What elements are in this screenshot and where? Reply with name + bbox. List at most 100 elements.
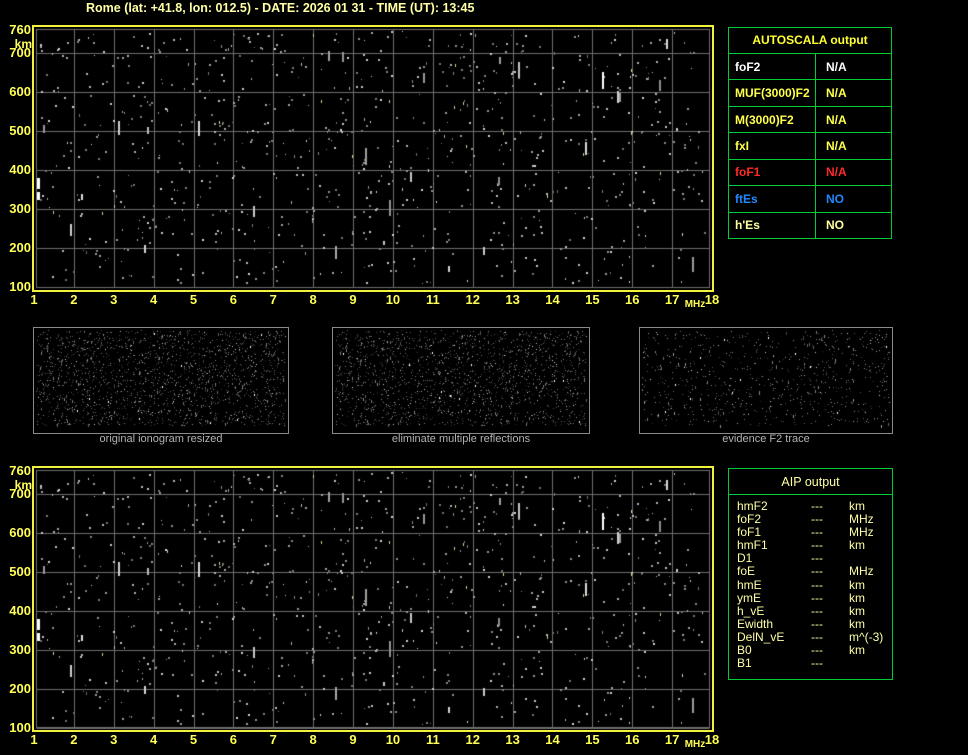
param-value: --- bbox=[811, 656, 823, 671]
x-tick-label: 12 bbox=[465, 732, 480, 747]
param-value: N/A bbox=[815, 106, 891, 133]
param-value: N/A bbox=[815, 133, 891, 159]
x-tick-label: 15 bbox=[585, 292, 600, 307]
x-tick-label: 3 bbox=[110, 732, 118, 747]
x-tick-label: 15 bbox=[585, 732, 600, 747]
param-value: --- bbox=[811, 590, 823, 605]
x-tick-label: 2 bbox=[70, 732, 78, 747]
table-row-ftes: ftEs NO bbox=[729, 185, 891, 212]
x-tick-label: 13 bbox=[505, 732, 520, 747]
y-tick-label: 200 bbox=[9, 681, 31, 697]
table-row-fof2: foF2 N/A bbox=[729, 53, 891, 80]
param-label: foF1 bbox=[735, 165, 761, 180]
y-tick-label: 760 bbox=[9, 22, 31, 37]
x-tick-label: 12 bbox=[465, 292, 480, 307]
x-tick-label: 8 bbox=[309, 732, 317, 747]
y-tick-label: 200 bbox=[9, 240, 31, 256]
x-axis-unit-label: MHz bbox=[684, 299, 706, 310]
autoscala-app-window: Rome (lat: +41.8, lon: 012.5) - DATE: 20… bbox=[0, 0, 968, 755]
param-unit: km bbox=[849, 538, 865, 553]
y-axis-unit-label: km bbox=[14, 37, 32, 51]
y-tick-label: 600 bbox=[9, 84, 31, 100]
top-ionogram-canvas bbox=[34, 27, 712, 290]
table-row-yme: ymE --- km bbox=[737, 590, 892, 605]
param-unit bbox=[849, 657, 892, 670]
x-tick-label: 10 bbox=[385, 292, 401, 307]
y-tick-label: 300 bbox=[9, 201, 31, 217]
evidence-f2-trace-canvas bbox=[640, 328, 892, 428]
x-tick-label: 14 bbox=[545, 732, 560, 747]
param-label: ftEs bbox=[735, 191, 758, 206]
param-unit: km bbox=[849, 616, 865, 631]
x-tick-label: 7 bbox=[269, 292, 277, 307]
x-tick-label: 11 bbox=[425, 732, 440, 747]
x-tick-label: 16 bbox=[625, 732, 640, 747]
param-unit: MHz bbox=[849, 564, 874, 579]
param-unit: km bbox=[849, 643, 865, 658]
original-ionogram-panel bbox=[33, 327, 289, 434]
param-unit: km bbox=[849, 577, 865, 592]
x-tick-label: 2 bbox=[70, 292, 78, 307]
x-tick-label: 3 bbox=[110, 292, 118, 307]
x-tick-label: 10 bbox=[385, 732, 401, 747]
x-tick-label: 9 bbox=[349, 292, 357, 307]
table-row-foe: foE --- MHz bbox=[737, 565, 892, 578]
x-tick-label: 14 bbox=[545, 292, 560, 307]
bottom-ionogram-canvas bbox=[34, 468, 712, 730]
param-value: N/A bbox=[815, 54, 891, 80]
table-row-m3000f2: M(3000)F2 N/A bbox=[729, 105, 891, 133]
x-tick-label: 13 bbox=[505, 292, 520, 307]
x-tick-label: 7 bbox=[269, 732, 277, 747]
param-value: --- bbox=[811, 564, 823, 579]
y-tick-label: 400 bbox=[9, 162, 31, 178]
table-row-muf3000f2: MUF(3000)F2 N/A bbox=[729, 79, 891, 106]
aip-output-table: AIP output hmF2 --- km foF2 --- MHz foF1 --- M… bbox=[728, 468, 893, 680]
param-label: foE bbox=[737, 564, 756, 579]
evidence-f2-trace-panel bbox=[639, 327, 893, 434]
param-value: --- bbox=[811, 577, 823, 592]
x-tick-label: 16 bbox=[625, 292, 640, 307]
x-tick-label: 5 bbox=[189, 732, 198, 747]
x-tick-label: 9 bbox=[349, 732, 357, 747]
param-value: NO bbox=[815, 212, 891, 238]
y-tick-label: 500 bbox=[9, 123, 31, 139]
x-tick-label: 6 bbox=[229, 292, 238, 307]
table-row-hes: h'Es NO bbox=[729, 211, 891, 238]
page-title: Rome (lat: +41.8, lon: 012.5) - DATE: 20… bbox=[86, 1, 475, 15]
original-ionogram-canvas bbox=[34, 328, 288, 428]
param-label: MUF(3000)F2 bbox=[735, 86, 810, 101]
table-row-b1: B1 --- bbox=[737, 657, 892, 670]
y-axis-unit-label: km bbox=[14, 478, 32, 492]
param-value: --- bbox=[811, 616, 823, 631]
bottom-ionogram-plot bbox=[32, 466, 714, 732]
x-tick-label: 1 bbox=[30, 292, 38, 307]
x-tick-label: 5 bbox=[189, 292, 198, 307]
param-label: h'Es bbox=[735, 218, 760, 233]
aip-table-body: hmF2 --- km foF2 --- MHz foF1 --- MHz hmF1 --- k… bbox=[729, 495, 892, 670]
table-row-hve: h_vE --- km bbox=[737, 603, 892, 618]
x-tick-label: 1 bbox=[30, 732, 38, 747]
param-label: hmE bbox=[737, 577, 762, 592]
eliminate-reflections-panel bbox=[332, 327, 590, 434]
param-label: Ewidth bbox=[737, 616, 774, 631]
y-tick-label: 500 bbox=[9, 564, 31, 580]
param-value: N/A bbox=[815, 159, 891, 186]
x-axis-unit-label: MHz bbox=[684, 739, 706, 750]
aip-table-title: AIP output bbox=[729, 469, 892, 495]
param-value: NO bbox=[815, 186, 891, 212]
top-ionogram-plot bbox=[32, 25, 714, 292]
autoscala-table-title: AUTOSCALA output bbox=[752, 33, 868, 47]
table-row-fof1: foF1 N/A bbox=[729, 158, 891, 186]
param-value: N/A bbox=[815, 80, 891, 106]
table-row-fxi: fxI N/A bbox=[729, 132, 891, 159]
y-tick-label: 300 bbox=[9, 642, 31, 658]
x-tick-label: 8 bbox=[309, 292, 317, 307]
autoscala-output-table: AUTOSCALA output foF2 N/A MUF(3000)F2 N/… bbox=[728, 27, 892, 239]
y-tick-label: 760 bbox=[9, 463, 31, 478]
param-unit: km bbox=[849, 590, 865, 605]
param-label: foF2 bbox=[735, 59, 761, 74]
param-value: --- bbox=[811, 603, 823, 618]
param-unit: km bbox=[849, 603, 865, 618]
panel-caption: evidence F2 trace bbox=[722, 433, 810, 445]
x-tick-label: 4 bbox=[150, 732, 158, 747]
